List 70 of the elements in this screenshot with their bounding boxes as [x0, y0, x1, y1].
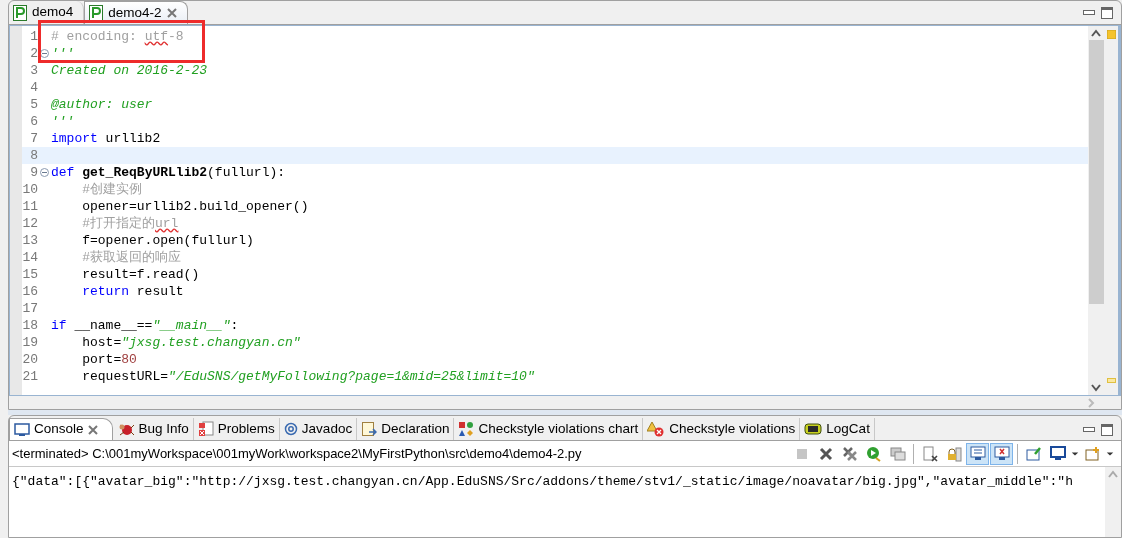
code-line: ''': [51, 112, 75, 131]
minimize-icon[interactable]: [1083, 426, 1095, 433]
monitor-error-icon[interactable]: [990, 442, 1013, 465]
maximize-icon[interactable]: [1101, 423, 1113, 436]
line-number: 4: [29, 78, 38, 97]
view-tab[interactable]: LogCat: [800, 418, 875, 440]
view-tab[interactable]: Bug Info: [112, 418, 194, 440]
scrollbar[interactable]: [1088, 26, 1104, 395]
code-line: def get_ReqByURLlib2(fullurl):: [51, 163, 286, 182]
code-line: opener=urllib2.build_opener(): [81, 197, 309, 216]
line-number: 17: [22, 299, 38, 318]
line-number: 12: [22, 214, 38, 233]
close-icon[interactable]: [166, 8, 177, 18]
code-line: requestURL="/EduSNS/getMyFollowing?page=1&mid=25&limit=10": [81, 367, 535, 386]
close-icon[interactable]: [87, 424, 98, 435]
collapse-icon[interactable]: [40, 168, 49, 177]
code-line: #获取返回的响应: [81, 248, 181, 267]
line-number: 8: [29, 146, 38, 165]
process-path: <terminated> C:\001myWorkspace\001myWork\workspace2\MyFirstPython\src\demo4\demo4-2.py: [12, 444, 582, 463]
code-line: host="jxsg.test.changyan.cn": [81, 333, 301, 352]
shapes-icon: [458, 421, 475, 437]
code-line: #打开指定的url: [81, 214, 179, 233]
line-number: 3: [29, 61, 38, 80]
warning-marker-icon[interactable]: [1106, 378, 1116, 383]
scrollbar-thumb[interactable]: [1088, 40, 1104, 304]
code-line: @author: user: [51, 95, 153, 114]
view-tab[interactable]: Declaration: [357, 418, 455, 440]
code-line: ''': [51, 44, 75, 63]
line-number: 5: [29, 95, 38, 114]
line-number: 19: [22, 333, 38, 352]
line-number: 9: [29, 163, 38, 182]
line-number: 21: [22, 367, 38, 386]
console-output: {"data":[{"avatar_big":"http://jxsg.test.changyan.cn/App.EduSNS/Src/addons/theme/stv1/_static/image/noavatar/big.jpg","avatar_middle":"h: [11, 473, 1074, 491]
python-file-icon: [89, 5, 104, 21]
line-number: 6: [29, 112, 38, 131]
monitor-message-icon[interactable]: [966, 442, 989, 465]
view-tab[interactable]: Javadoc: [279, 418, 358, 440]
line-number: 18: [22, 316, 38, 335]
monitor-icon: [14, 422, 30, 437]
maximize-icon[interactable]: [1101, 6, 1113, 19]
view-tab[interactable]: Checkstyle violations chart: [454, 418, 644, 440]
line-number: 15: [22, 265, 38, 284]
code-line: if __name__=="__main__":: [51, 316, 239, 335]
view-tab[interactable]: Problems: [193, 418, 280, 440]
line-number: 13: [22, 231, 38, 250]
warning-marker-icon[interactable]: [1106, 30, 1116, 39]
line-number: 14: [22, 248, 38, 267]
code-line: result=f.read(): [81, 265, 200, 284]
view-tab[interactable]: Checkstyle violations: [643, 418, 801, 440]
view-tab[interactable]: Console: [9, 418, 113, 440]
code-line: Created on 2016-2-23: [51, 61, 208, 80]
minimize-icon[interactable]: [1083, 9, 1095, 16]
code-line: import urllib2: [51, 129, 161, 148]
code-line: #创建实例: [81, 180, 142, 199]
line-number: 16: [22, 282, 38, 301]
editor-tab[interactable]: demo4: [9, 1, 85, 24]
line-number: 20: [22, 350, 38, 369]
collapse-icon[interactable]: [40, 49, 49, 58]
line-number: 2: [29, 44, 38, 63]
code-line: return result: [81, 282, 184, 301]
line-number: 7: [29, 129, 38, 148]
python-file-icon: [13, 4, 27, 21]
code-line: f=opener.open(fullurl): [81, 231, 254, 250]
line-number: 11: [22, 197, 38, 216]
line-number: 10: [22, 180, 38, 199]
editor-tab[interactable]: demo4-2: [84, 1, 188, 24]
line-number: 1: [29, 27, 38, 46]
code-line: port=80: [81, 350, 137, 369]
code-line: # encoding: utf-8: [51, 27, 184, 46]
warning-error-icon: [647, 421, 666, 437]
